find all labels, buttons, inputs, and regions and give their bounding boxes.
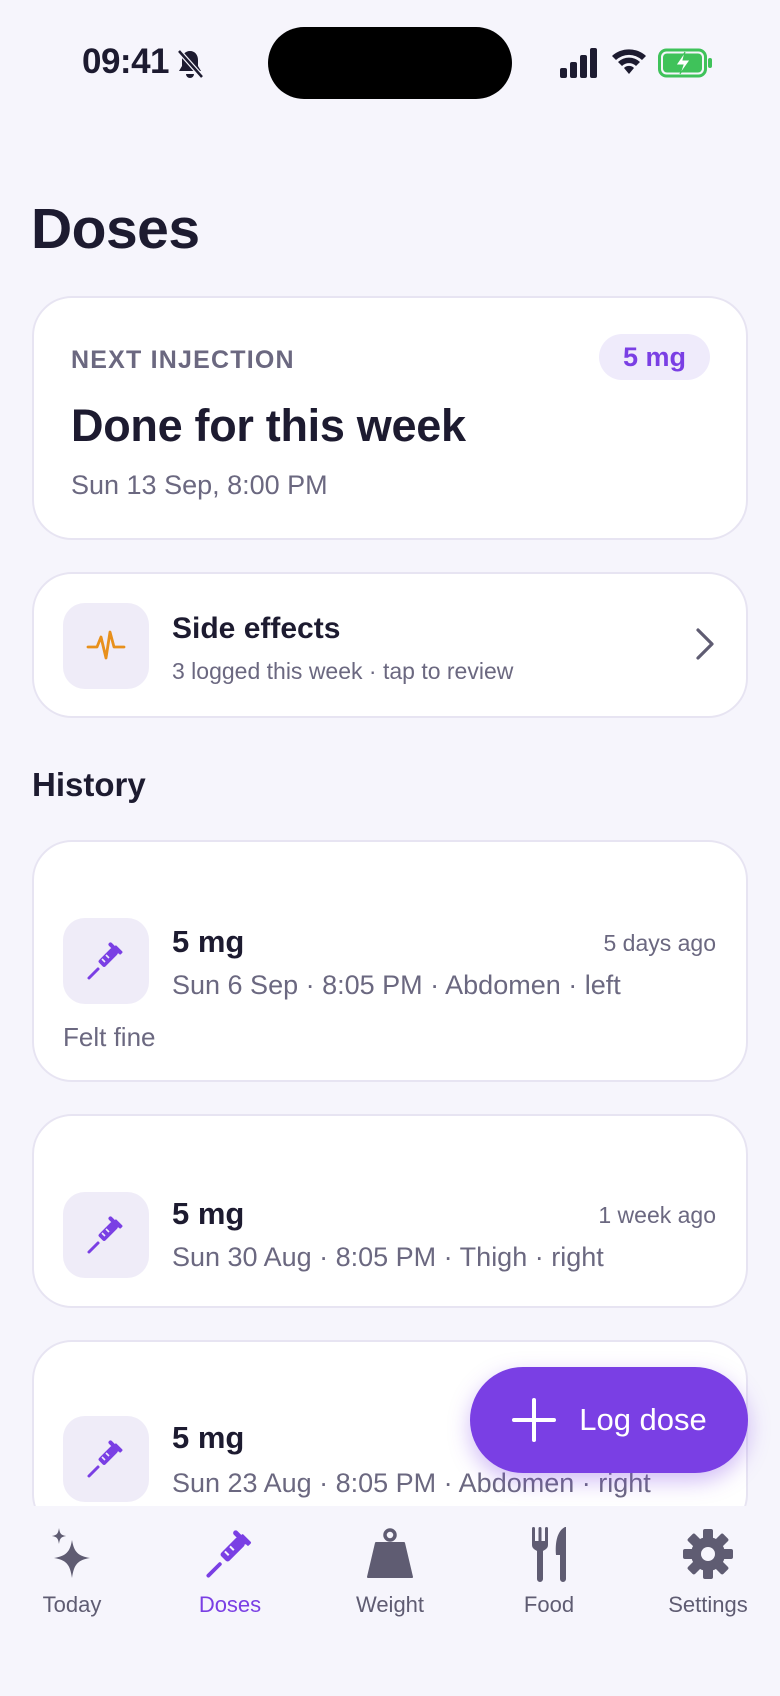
side-effects-card[interactable]: Side effects 3 logged this week · tap to… xyxy=(32,572,748,718)
sparkle-icon xyxy=(52,1528,90,1578)
syringe-icon xyxy=(87,1216,123,1254)
tab-settings[interactable]: Settings xyxy=(638,1524,778,1634)
history-relative-time: 5 days ago xyxy=(603,930,716,956)
history-dose: 5 mg xyxy=(172,1196,245,1231)
syringe-icon-tile xyxy=(63,1192,149,1278)
page-title: Doses xyxy=(31,197,200,261)
syringe-icon xyxy=(206,1530,252,1578)
tab-label: Weight xyxy=(355,1592,425,1617)
tab-doses[interactable]: Doses xyxy=(160,1524,300,1634)
status-time: 09:41 xyxy=(82,42,170,81)
syringe-icon-tile xyxy=(63,1416,149,1502)
plus-icon xyxy=(512,1398,557,1442)
history-item[interactable]: 5 mg 5 days ago Sun 6 Sep · 8:05 PM · Ab… xyxy=(32,840,748,1082)
syringe-icon xyxy=(87,1440,123,1478)
heartbeat-icon xyxy=(86,630,126,660)
syringe-icon xyxy=(87,942,123,980)
history-details: Sun 6 Sep · 8:05 PM · Abdomen · left xyxy=(172,970,621,1000)
next-injection-card[interactable]: NEXT INJECTION 5 mg Done for this week S… xyxy=(32,296,748,540)
history-dose: 5 mg xyxy=(172,1420,245,1455)
log-dose-button[interactable]: Log dose xyxy=(470,1367,748,1473)
syringe-icon-tile xyxy=(63,918,149,1004)
side-effects-icon-tile xyxy=(63,603,149,689)
side-effects-title: Side effects xyxy=(172,612,341,645)
tab-label: Settings xyxy=(668,1592,748,1617)
tab-label: Food xyxy=(523,1592,575,1617)
history-details: Sun 30 Aug · 8:05 PM · Thigh · right xyxy=(172,1242,604,1272)
history-relative-time: 1 week ago xyxy=(598,1202,716,1228)
history-dose: 5 mg xyxy=(172,924,245,959)
status-bar: 09:41 xyxy=(0,0,780,130)
history-item[interactable]: 5 mg 1 week ago Sun 30 Aug · 8:05 PM · T… xyxy=(32,1114,748,1308)
tab-food[interactable]: Food xyxy=(479,1524,619,1634)
log-dose-label: Log dose xyxy=(579,1402,707,1437)
dynamic-island xyxy=(268,27,512,99)
weight-icon xyxy=(367,1528,413,1578)
dose-badge: 5 mg xyxy=(598,334,710,380)
bell-muted-icon xyxy=(177,49,204,79)
tab-label: Today xyxy=(42,1592,102,1617)
next-injection-date: Sun 13 Sep, 8:00 PM xyxy=(71,470,328,500)
chevron-right-icon xyxy=(696,628,714,660)
history-heading: History xyxy=(32,766,146,803)
wifi-icon xyxy=(612,49,646,74)
next-injection-label: NEXT INJECTION xyxy=(71,346,295,374)
battery-charging-icon xyxy=(658,48,712,78)
tab-weight[interactable]: Weight xyxy=(320,1524,460,1634)
gear-icon xyxy=(683,1529,733,1579)
next-injection-status: Done for this week xyxy=(71,400,466,451)
tab-bar: Today Doses Weight Food Settings xyxy=(0,1506,780,1696)
history-note: Felt fine xyxy=(63,1022,156,1052)
side-effects-subtitle: 3 logged this week · tap to review xyxy=(172,658,514,684)
tab-today[interactable]: Today xyxy=(2,1524,142,1634)
fork-knife-icon xyxy=(532,1527,566,1582)
signal-icon xyxy=(560,48,597,78)
tab-label: Doses xyxy=(198,1592,262,1617)
